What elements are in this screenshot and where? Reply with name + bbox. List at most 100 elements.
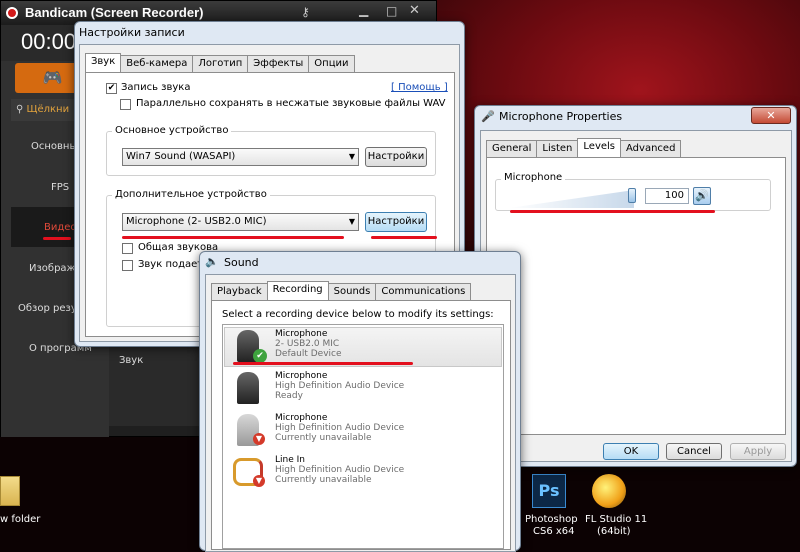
extra-device-select[interactable]: Microphone (2- USB2.0 MIC) ▼ <box>122 213 359 231</box>
mic-title-icon: 🎤 <box>481 110 495 123</box>
record-sound-label[interactable]: Запись звука <box>121 82 190 93</box>
device-1-name[interactable]: Microphone <box>275 371 327 381</box>
main-device-value: Win7 Sound (WASAPI) <box>126 151 236 162</box>
sound-title: Sound <box>224 256 259 269</box>
chevron-down-icon: ▼ <box>348 152 355 161</box>
ok-button[interactable]: OK <box>603 443 659 460</box>
recording-instruction: Select a recording device below to modif… <box>222 309 494 320</box>
annotation-underline <box>371 236 437 239</box>
mic-properties-client: General Listen Levels Advanced Microphon… <box>480 130 792 462</box>
tab-recording[interactable]: Recording <box>266 281 329 300</box>
record-icon <box>6 7 18 19</box>
sound-title-icon: 🔈 <box>205 255 219 268</box>
tab-listen[interactable]: Listen <box>536 140 579 157</box>
record-sound-checkbox[interactable]: ✔ <box>106 83 117 94</box>
microphone-level-label: Microphone <box>501 172 566 183</box>
close-button[interactable]: ✕ <box>751 107 791 124</box>
mic-properties-dialog: 🎤 Microphone Properties ✕ General Listen … <box>474 105 797 467</box>
mic-properties-tabs: General Listen Levels Advanced <box>486 138 682 157</box>
device-0-name[interactable]: Microphone <box>275 329 327 339</box>
device-2-desc: High Definition Audio Device <box>275 423 405 433</box>
sound-dialog: 🔈 Sound Playback Recording Sounds Communi… <box>199 251 521 552</box>
record-settings-tabs: Звук Веб-камера Логотип Эффекты Опции <box>85 53 355 72</box>
main-device-group-label: Основное устройство <box>112 125 232 136</box>
device-2-status: Currently unavailable <box>275 433 372 443</box>
device-0-desc: 2- USB2.0 MIC <box>275 339 340 349</box>
record-settings-titlebar: Настройки записи <box>75 22 464 44</box>
volume-value-field[interactable]: 100 <box>645 188 689 204</box>
tab-webcam[interactable]: Веб-камера <box>120 55 194 72</box>
recording-panel: Select a recording device below to modif… <box>211 300 511 550</box>
sound-tabs: Playback Recording Sounds Communications <box>211 281 472 300</box>
levels-panel: Microphone 100 🔊 <box>486 157 786 435</box>
close-icon[interactable]: ✕ <box>409 3 420 18</box>
annotation-underline <box>510 210 715 213</box>
annotation-underline <box>43 237 71 240</box>
cancel-button[interactable]: Cancel <box>666 443 722 460</box>
sound-titlebar: 🔈 Sound <box>200 252 520 274</box>
sound-two-checkbox[interactable] <box>122 260 133 271</box>
parallel-save-checkbox[interactable] <box>120 99 131 110</box>
search-icon: ⚲ <box>16 104 27 115</box>
device-2-name[interactable]: Microphone <box>275 413 327 423</box>
microphone-icon[interactable] <box>237 372 259 404</box>
tab-communications[interactable]: Communications <box>375 283 472 300</box>
shared-checkbox[interactable] <box>122 243 133 254</box>
close-icon: ✕ <box>766 109 776 122</box>
photoshop-label-2[interactable]: CS6 x64 <box>533 526 575 537</box>
device-1-status: Ready <box>275 391 303 401</box>
flstudio-label[interactable]: FL Studio 11 <box>585 514 647 525</box>
annotation-underline <box>233 362 413 365</box>
key-icon[interactable]: ⚷ <box>301 5 310 19</box>
device-0-status: Default Device <box>275 349 342 359</box>
device-1-desc: High Definition Audio Device <box>275 381 405 391</box>
minimize-icon[interactable]: ▁ <box>359 3 368 17</box>
mic-properties-title: Microphone Properties <box>499 110 623 123</box>
volume-slider-thumb[interactable] <box>628 188 636 203</box>
main-device-settings-button[interactable]: Настройки <box>365 147 427 167</box>
tab-advanced[interactable]: Advanced <box>620 140 682 157</box>
tab-zvuk[interactable]: Звук <box>85 53 122 72</box>
apply-button[interactable]: Apply <box>730 443 786 460</box>
device-3-status: Currently unavailable <box>275 475 372 485</box>
maximize-icon[interactable]: □ <box>386 4 397 18</box>
menu-fps[interactable]: FPS <box>51 182 69 193</box>
main-device-select[interactable]: Win7 Sound (WASAPI) ▼ <box>122 148 359 166</box>
flstudio-label-2[interactable]: (64bit) <box>597 526 631 537</box>
tab-sounds[interactable]: Sounds <box>327 283 377 300</box>
tab-playback[interactable]: Playback <box>211 283 268 300</box>
check-icon: ✔ <box>253 349 267 363</box>
tab-options[interactable]: Опции <box>308 55 355 72</box>
photoshop-label[interactable]: Photoshop <box>525 514 578 525</box>
menu-video[interactable]: Видео <box>44 222 77 233</box>
sound-client: Playback Recording Sounds Communications… <box>205 274 516 552</box>
timer: 00:00 <box>21 29 77 54</box>
bandicam-title: Bandicam (Screen Recorder) <box>25 5 204 20</box>
down-arrow-icon: ▼ <box>253 475 265 487</box>
device-row-0-bg <box>224 327 502 367</box>
tab-general[interactable]: General <box>486 140 538 157</box>
device-3-name[interactable]: Line In <box>275 455 305 465</box>
photoshop-icon[interactable]: Ps <box>532 474 566 508</box>
folder-label[interactable]: w folder <box>0 514 40 525</box>
tab-logo[interactable]: Логотип <box>192 55 249 72</box>
device-list: ✔ Microphone 2- USB2.0 MIC Default Devic… <box>222 324 504 549</box>
parallel-save-label[interactable]: Параллельно сохранять в несжатые звуковы… <box>136 98 446 109</box>
extra-device-settings-button[interactable]: Настройки <box>365 212 427 232</box>
extra-device-group-label: Дополнительное устройство <box>112 189 270 200</box>
annotation-underline <box>122 236 344 239</box>
mic-properties-titlebar: 🎤 Microphone Properties <box>475 106 796 128</box>
flstudio-icon[interactable] <box>592 474 626 508</box>
down-arrow-icon: ▼ <box>253 433 265 445</box>
tab-levels[interactable]: Levels <box>577 138 622 157</box>
sound-section-label: Звук <box>119 355 144 366</box>
tab-effects[interactable]: Эффекты <box>247 55 310 72</box>
help-link[interactable]: [ Помощь ] <box>391 82 448 93</box>
folder-icon[interactable] <box>0 476 20 506</box>
device-3-desc: High Definition Audio Device <box>275 465 405 475</box>
record-settings-title: Настройки записи <box>79 26 185 39</box>
extra-device-value: Microphone (2- USB2.0 MIC) <box>126 216 267 227</box>
speaker-icon[interactable]: 🔊 <box>693 187 711 205</box>
search-text: Щёлкни <box>26 104 70 115</box>
chevron-down-icon: ▼ <box>348 217 355 226</box>
